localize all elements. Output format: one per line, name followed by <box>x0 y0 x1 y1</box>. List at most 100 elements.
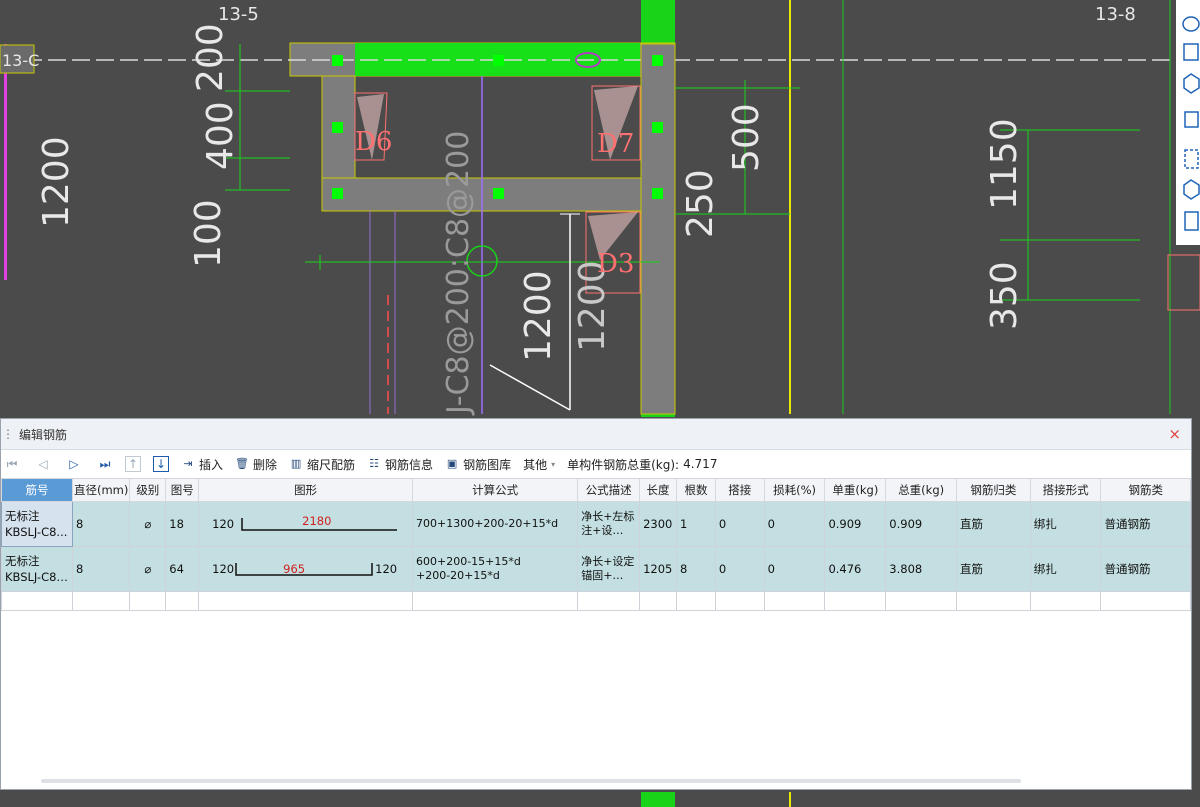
col-header-lap[interactable]: 搭接 <box>714 478 765 502</box>
move-up-button[interactable]: ↑ <box>125 456 141 472</box>
rebar-library-button[interactable]: ▣ 钢筋图库 <box>445 456 511 473</box>
figure-no-cell[interactable]: 18 <box>165 501 200 547</box>
empty-cell[interactable] <box>639 591 678 611</box>
last-record-button[interactable]: ⏭ <box>94 457 116 472</box>
dim-500: 500 <box>726 103 767 172</box>
formula-cell[interactable]: 700+1300+200-20+15*d <box>411 501 579 547</box>
insert-icon: ⇥ <box>183 457 193 470</box>
shape-main-dim: 2180 <box>302 514 332 528</box>
green-band-top <box>641 0 675 44</box>
category-cell[interactable]: 直筋 <box>956 501 1031 547</box>
col-header-formula-desc[interactable]: 公式描述 <box>577 478 641 502</box>
col-header-diameter[interactable]: 直径(mm) <box>71 478 131 502</box>
opening-d7: D7 <box>597 129 634 159</box>
unit-weight-cell[interactable]: 0.476 <box>824 546 887 592</box>
diameter-cell[interactable]: 8 <box>71 546 131 592</box>
panel-title-bar[interactable]: ⋮ 编辑钢筋 × <box>1 419 1191 450</box>
table-header-row: 筋号 直径(mm) 级别 图号 图形 计算公式 公式描述 长度 根数 搭接 损耗… <box>1 478 1191 502</box>
count-cell[interactable]: 8 <box>676 546 716 592</box>
other-menu-button[interactable]: 其他 ▾ <box>523 456 555 473</box>
length-cell[interactable]: 2300 <box>639 501 678 547</box>
desc-line2: 锚固+… <box>581 569 624 582</box>
rebar-type-cell[interactable]: 普通钢筋 <box>1100 501 1191 547</box>
scale-rebar-button[interactable]: ▥ 缩尺配筋 <box>289 456 355 473</box>
loss-cell[interactable]: 0 <box>763 501 826 547</box>
diameter-cell[interactable]: 8 <box>71 501 131 547</box>
rebar-type-cell[interactable]: 普通钢筋 <box>1100 546 1191 592</box>
col-header-grade[interactable]: 级别 <box>129 478 167 502</box>
desc-line1: 净长+设定 <box>581 555 635 568</box>
length-cell[interactable]: 1205 <box>639 546 678 592</box>
empty-cell[interactable] <box>129 591 167 611</box>
shape-right-dim: 120 <box>375 562 398 576</box>
empty-cell[interactable] <box>885 591 958 611</box>
empty-cell[interactable] <box>71 591 131 611</box>
lap-cell[interactable]: 0 <box>714 546 765 592</box>
empty-cell[interactable] <box>577 591 641 611</box>
next-record-button[interactable]: ▷ <box>63 457 85 471</box>
row-bar-name[interactable]: 无标注 KBSLJ-C8… <box>1 546 73 592</box>
shape-cell[interactable]: 120 965 120 <box>198 546 413 592</box>
figure-no-cell[interactable]: 64 <box>165 546 200 592</box>
col-header-formula[interactable]: 计算公式 <box>411 478 579 502</box>
dim-100: 100 <box>188 199 229 268</box>
col-header-shape[interactable]: 图形 <box>198 478 413 502</box>
col-header-length[interactable]: 长度 <box>639 478 678 502</box>
empty-cell[interactable] <box>165 591 200 611</box>
shape-cell[interactable]: 120 2180 <box>198 501 413 547</box>
grade-cell[interactable]: ⌀ <box>129 546 167 592</box>
empty-cell[interactable] <box>824 591 887 611</box>
total-weight-label: 单构件钢筋总重(kg): <box>567 457 680 472</box>
total-weight-cell[interactable]: 3.808 <box>885 546 958 592</box>
delete-button[interactable]: 🗑 删除 <box>235 456 277 473</box>
empty-cell[interactable] <box>1100 591 1191 611</box>
table-row-empty[interactable] <box>1 591 1191 611</box>
total-weight-cell[interactable]: 0.909 <box>885 501 958 547</box>
lap-type-cell[interactable]: 绑扎 <box>1029 501 1102 547</box>
insert-button[interactable]: ⇥ 插入 <box>181 456 223 473</box>
unit-weight-cell[interactable]: 0.909 <box>824 501 887 547</box>
col-header-count[interactable]: 根数 <box>676 478 716 502</box>
col-header-total-weight[interactable]: 总重(kg) <box>885 478 958 502</box>
empty-cell[interactable] <box>198 591 413 611</box>
move-down-button[interactable]: ↓ <box>153 456 169 472</box>
empty-cell[interactable] <box>1029 591 1102 611</box>
col-header-lap-type[interactable]: 搭接形式 <box>1029 478 1102 502</box>
col-header-figure-no[interactable]: 图号 <box>165 478 200 502</box>
formula-line1: 600+200-15+15*d <box>415 555 521 568</box>
prev-record-button[interactable]: ◁ <box>32 457 54 471</box>
rebar-annotation: J-C8@200:C8@200 <box>441 131 476 416</box>
col-header-rebar-type[interactable]: 钢筋类 <box>1100 478 1191 502</box>
first-record-button[interactable]: ⏮ <box>1 457 23 472</box>
category-cell[interactable]: 直筋 <box>956 546 1031 592</box>
col-header-loss[interactable]: 损耗(%) <box>763 478 826 502</box>
loss-cell[interactable]: 0 <box>763 546 826 592</box>
bar-name-line2: KBSLJ-C8... <box>5 525 68 539</box>
grade-cell[interactable]: ⌀ <box>129 501 167 547</box>
count-cell[interactable]: 1 <box>676 501 716 547</box>
col-header-category[interactable]: 钢筋归类 <box>956 478 1031 502</box>
lap-type-cell[interactable]: 绑扎 <box>1029 546 1102 592</box>
empty-cell[interactable] <box>411 591 579 611</box>
row-bar-name[interactable]: 无标注 KBSLJ-C8... <box>1 501 73 547</box>
col-header-bar-no[interactable]: 筋号 <box>1 478 73 502</box>
scale-rebar-label: 缩尺配筋 <box>307 457 356 472</box>
drag-grip-icon[interactable]: ⋮ <box>1 427 15 441</box>
empty-cell[interactable] <box>1 591 73 611</box>
table-row[interactable]: 无标注 KBSLJ-C8... 8 ⌀ 18 120 2180 700+1300… <box>1 501 1191 547</box>
rebar-info-button[interactable]: ☷ 钢筋信息 <box>367 456 433 473</box>
empty-cell[interactable] <box>956 591 1031 611</box>
horizontal-scrollbar[interactable] <box>41 779 1021 783</box>
col-header-unit-weight[interactable]: 单重(kg) <box>824 478 887 502</box>
table-row[interactable]: 无标注 KBSLJ-C8… 8 ⌀ 64 120 965 120 600+200… <box>1 546 1191 592</box>
close-button[interactable]: × <box>1168 425 1181 443</box>
empty-cell[interactable] <box>676 591 716 611</box>
other-label: 其他 <box>523 457 548 472</box>
empty-cell[interactable] <box>763 591 826 611</box>
formula-desc-cell[interactable]: 净长+左标 注+设… <box>577 501 641 547</box>
empty-cell[interactable] <box>714 591 765 611</box>
lap-cell[interactable]: 0 <box>714 501 765 547</box>
formula-cell[interactable]: 600+200-15+15*d +200-20+15*d <box>411 546 579 592</box>
formula-desc-cell[interactable]: 净长+设定 锚固+… <box>577 546 641 592</box>
info-list-icon: ☷ <box>369 457 379 470</box>
